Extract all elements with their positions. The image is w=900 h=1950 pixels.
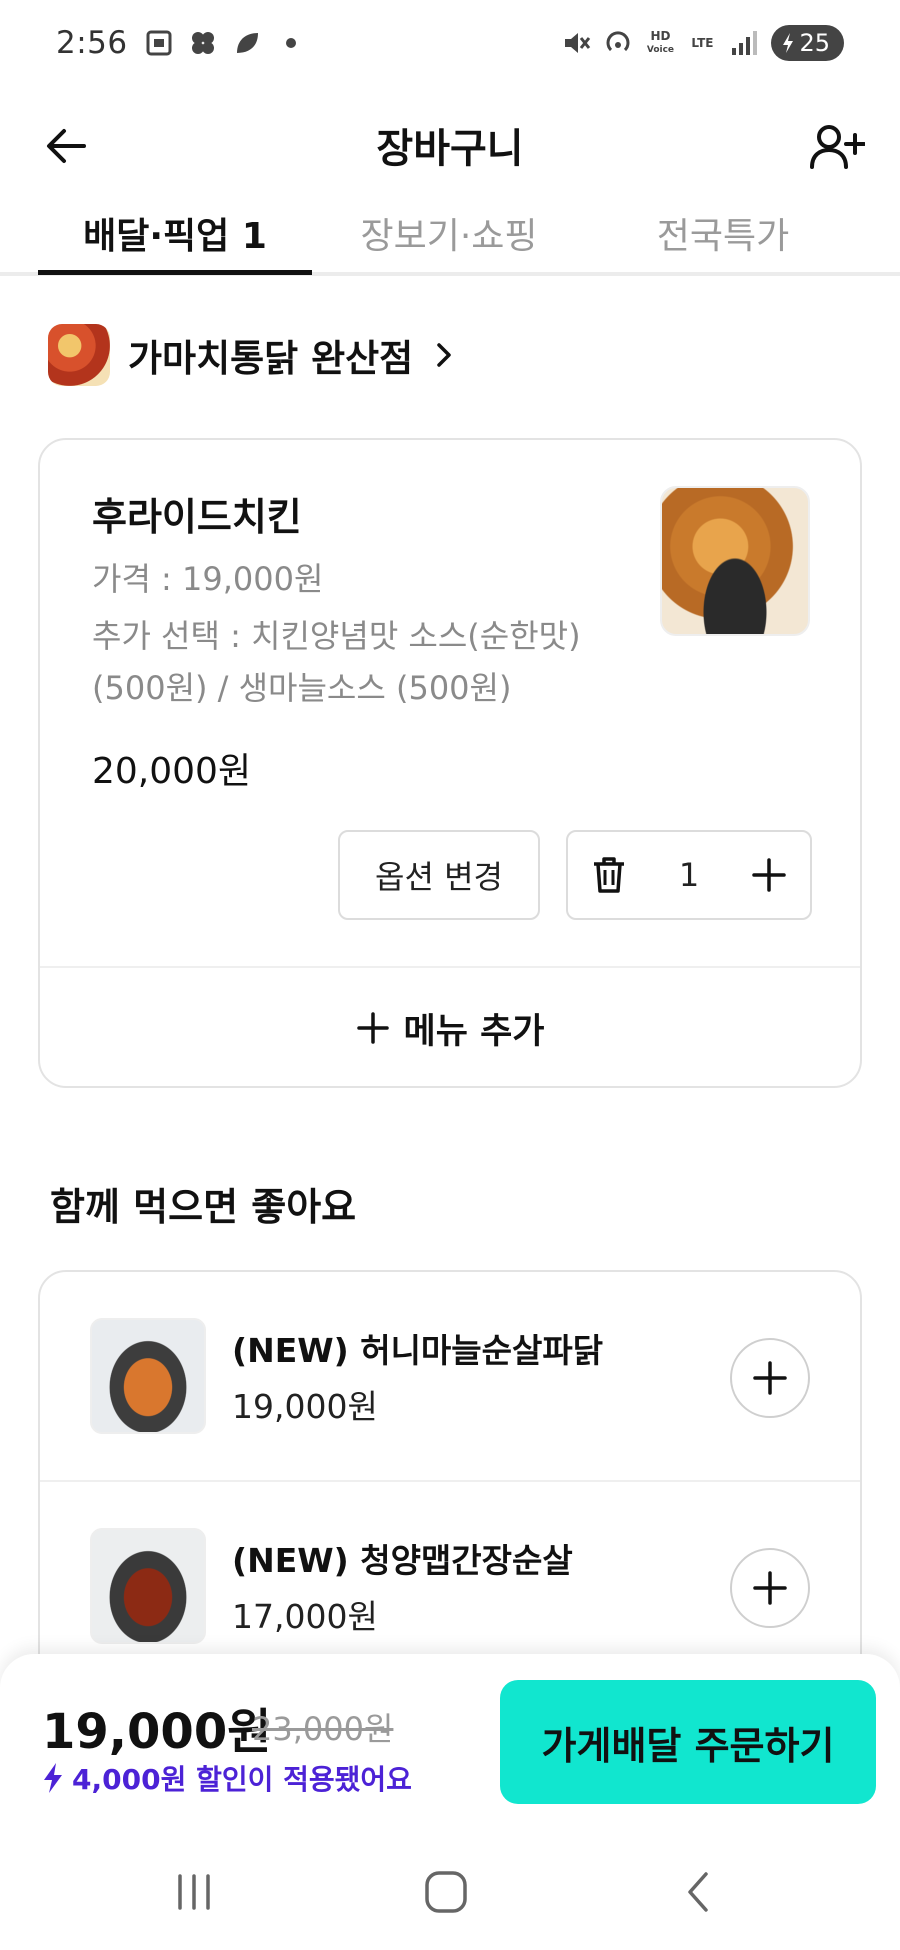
- dot-icon: [276, 28, 306, 58]
- battery-level: 25: [799, 29, 830, 57]
- recommend-item-price: 19,000원: [232, 1387, 378, 1426]
- add-menu-label: 메뉴 추가: [403, 1011, 545, 1052]
- discount-text: 4,000원 할인이 적용됐어요: [72, 1763, 412, 1796]
- system-nav-bar: [0, 1832, 900, 1950]
- recent-apps-button[interactable]: [154, 1862, 234, 1922]
- system-back-button[interactable]: [658, 1862, 738, 1922]
- add-menu-button[interactable]: 메뉴 추가: [40, 968, 860, 1088]
- item-base-price: 가격 : 19,000원: [92, 560, 324, 598]
- quantity-value: 1: [678, 856, 700, 894]
- increase-quantity-button[interactable]: [750, 856, 788, 894]
- delete-button[interactable]: [590, 855, 628, 895]
- recommend-section-title: 함께 먹으면 좋아요: [50, 1185, 357, 1229]
- trash-icon: [594, 857, 624, 893]
- charging-icon: [783, 33, 794, 53]
- tab-bar: 배달·픽업 1 장보기·쇼핑 전국특가: [0, 190, 900, 276]
- add-friend-icon: [810, 125, 865, 169]
- item-options: 추가 선택 : 치킨양념맛 소스(순한맛) (500원) / 생마늘소스 (50…: [92, 610, 632, 714]
- add-recommend-button[interactable]: [730, 1548, 810, 1628]
- page-title: 장바구니: [376, 126, 524, 172]
- invite-friend-button[interactable]: [802, 112, 872, 182]
- item-total-price: 20,000원: [92, 751, 252, 792]
- discount-note: 4,000원 할인이 적용됐어요: [42, 1758, 412, 1798]
- tab-delivery-pickup[interactable]: 배달·픽업 1: [38, 190, 312, 276]
- item-photo: [660, 486, 810, 636]
- cart-item-card: 후라이드치킨 가격 : 19,000원 추가 선택 : 치킨양념맛 소스(순한맛…: [38, 438, 862, 1088]
- status-time: 2:56: [56, 25, 128, 61]
- screenshot-icon: [144, 28, 174, 58]
- mute-icon: [561, 28, 591, 58]
- order-summary-bar: 19,000원 23,000원 4,000원 할인이 적용됐어요 가게배달 주문…: [0, 1654, 900, 1832]
- leaf-icon: [232, 28, 262, 58]
- chevron-right-icon: [437, 343, 451, 367]
- add-recommend-button[interactable]: [730, 1338, 810, 1418]
- plus-icon: [753, 1361, 787, 1395]
- system-icons: HD Voice LTE 25: [561, 25, 844, 61]
- item-options-line-2: (500원) / 생마늘소스 (500원): [92, 669, 512, 707]
- recent-apps-icon: [178, 1874, 210, 1910]
- place-order-button[interactable]: 가게배달 주문하기: [500, 1680, 876, 1804]
- home-button[interactable]: [406, 1862, 486, 1922]
- home-icon: [425, 1871, 467, 1913]
- hotspot-icon: [603, 28, 633, 58]
- hd-voice-icon: HD Voice: [646, 29, 675, 55]
- recommend-item[interactable]: (NEW) 허니마늘순살파닭 19,000원: [40, 1272, 860, 1480]
- plus-icon: [356, 1012, 389, 1044]
- item-options-line-1: 추가 선택 : 치킨양념맛 소스(순한맛): [92, 617, 581, 655]
- battery-indicator: 25: [771, 25, 844, 61]
- change-options-button[interactable]: 옵션 변경: [338, 830, 540, 920]
- signal-icon: [729, 28, 759, 58]
- tab-nationwide-deals[interactable]: 전국특가: [586, 190, 860, 276]
- tab-grocery-shopping[interactable]: 장보기·쇼핑: [312, 190, 586, 276]
- item-name: 후라이드치킨: [92, 495, 302, 539]
- store-name: 가마치통닭 완산점: [128, 337, 414, 380]
- back-nav-icon: [688, 1872, 708, 1912]
- lte-icon: LTE: [691, 36, 714, 50]
- recommend-item-photo: [90, 1528, 206, 1644]
- store-thumbnail: [48, 324, 110, 386]
- recommend-item-name: (NEW) 허니마늘순살파닭: [232, 1331, 604, 1370]
- recommend-item-photo: [90, 1318, 206, 1434]
- status-bar: 2:56 HD Voice LTE 25: [0, 0, 900, 86]
- store-link[interactable]: 가마치통닭 완산점: [48, 324, 457, 386]
- active-tab-indicator: [38, 270, 312, 275]
- clover-icon: [188, 28, 218, 58]
- original-price: 23,000원: [252, 1710, 394, 1748]
- header: 장바구니: [0, 86, 900, 206]
- recommend-item-price: 17,000원: [232, 1597, 378, 1636]
- recommend-item-name: (NEW) 청양맵간장순살: [232, 1541, 573, 1580]
- plus-icon: [752, 858, 786, 892]
- lightning-icon: [44, 1763, 62, 1793]
- final-price: 19,000원: [42, 1704, 272, 1760]
- notification-icons: [144, 28, 306, 58]
- quantity-stepper: 1: [566, 830, 812, 920]
- plus-icon: [753, 1571, 787, 1605]
